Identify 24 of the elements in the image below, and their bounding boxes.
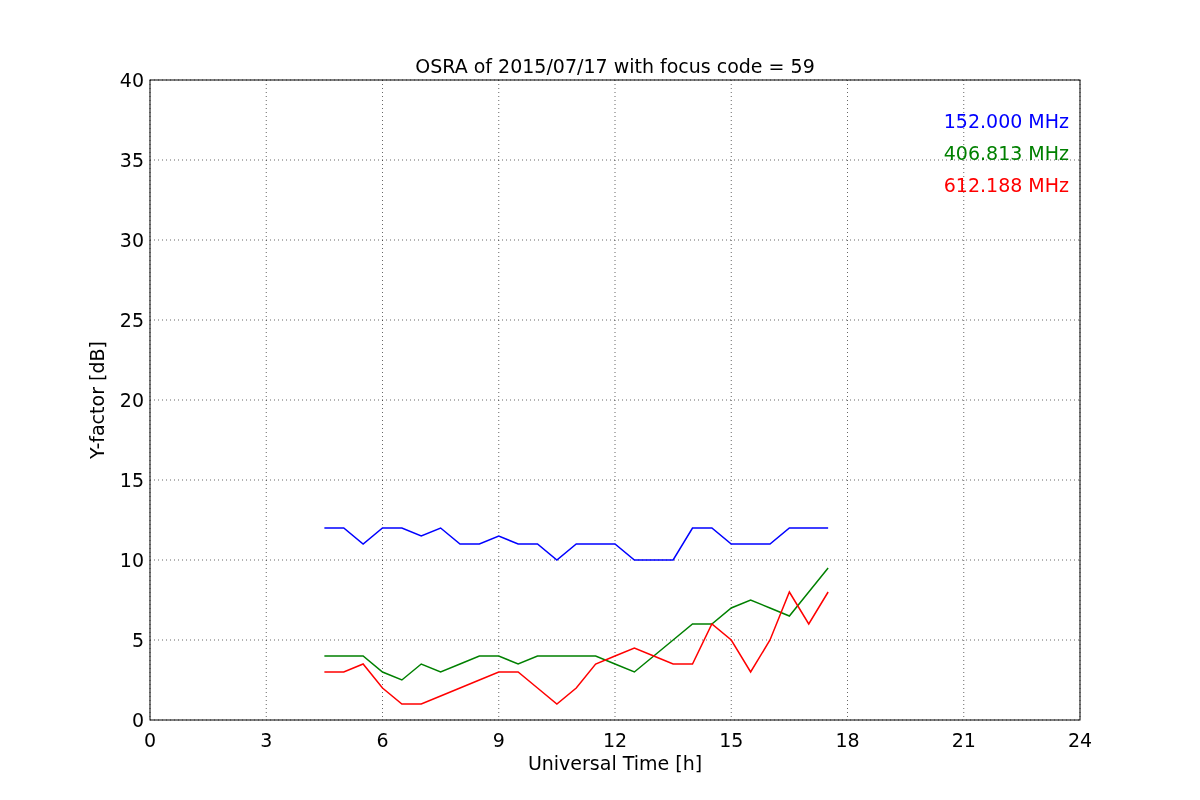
y-axis-label: Y-factor [dB] [86,341,108,459]
y-tick-label: 10 [119,549,144,571]
legend-label: 406.813 MHz [943,142,1069,164]
y-tick-label: 35 [119,149,144,171]
x-tick-label: 3 [260,729,273,751]
x-axis-label: Universal Time [h] [527,752,703,774]
y-tick-label: 0 [131,709,144,731]
chart-title: OSRA of 2015/07/17 with focus code = 59 [415,55,815,77]
y-tick-label: 15 [119,469,144,491]
x-tick-label: 0 [143,729,157,751]
x-tick-label: 21 [951,729,976,751]
y-tick-label: 30 [119,229,144,251]
x-tick-label: 15 [719,729,744,751]
y-tick-label: 40 [119,69,144,91]
x-tick-label: 9 [492,729,505,751]
x-tick-label: 12 [602,729,628,751]
y-tick-label: 25 [119,309,144,331]
x-tick-label: 6 [376,729,389,751]
x-tick-label: 24 [1067,729,1093,751]
y-tick-label: 20 [119,389,144,411]
legend-label: 152.000 MHz [943,110,1069,132]
legend-label: 612.188 MHz [943,174,1069,196]
y-tick-label: 5 [131,629,144,651]
x-tick-label: 18 [835,729,860,751]
